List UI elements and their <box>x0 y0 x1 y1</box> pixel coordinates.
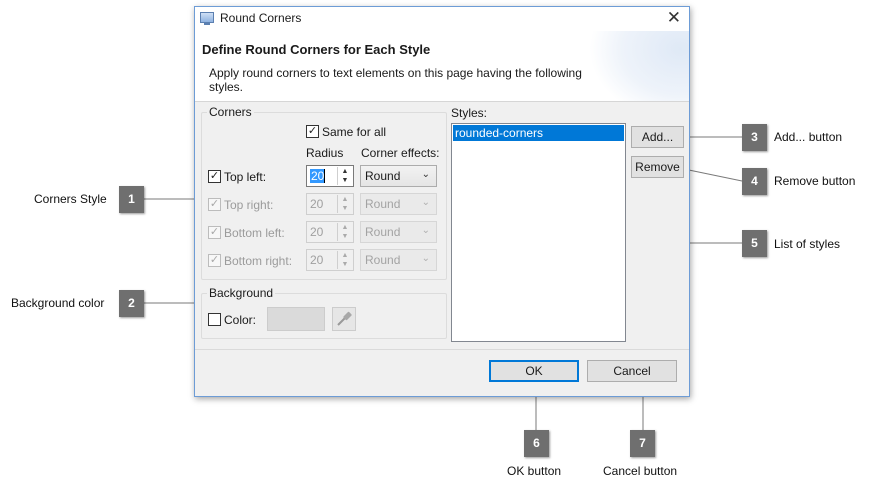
top-right-radius-spinner[interactable]: 20 ▲ ▼ <box>306 193 354 215</box>
background-legend: Background <box>207 286 276 300</box>
callout-text-1: Corners Style <box>34 192 107 206</box>
chevron-down-icon: ⌄ <box>421 253 430 264</box>
bottom-right-checkbox[interactable]: ✓ <box>208 254 221 267</box>
color-picker-button[interactable] <box>332 307 356 331</box>
spin-up-icon[interactable]: ▲ <box>338 167 352 176</box>
same-for-all-checkbox[interactable]: ✓ <box>306 125 319 138</box>
spin-up-icon[interactable]: ▲ <box>338 195 352 204</box>
effect-value: Round <box>365 225 401 239</box>
footer-divider <box>195 349 689 350</box>
dialog-heading: Define Round Corners for Each Style <box>202 42 431 57</box>
callout-marker-3: 3 <box>742 124 767 151</box>
spin-down-icon[interactable]: ▼ <box>338 232 352 241</box>
callout-text-4: Remove button <box>774 174 856 188</box>
top-left-effect-dropdown[interactable]: Round ⌄ <box>360 165 437 187</box>
radius-value: 20 <box>310 225 324 239</box>
background-color-swatch[interactable] <box>267 307 325 331</box>
chevron-down-icon: ⌄ <box>421 169 430 180</box>
dialog-header: Define Round Corners for Each Style Appl… <box>195 31 689 102</box>
add-button[interactable]: Add... <box>631 126 684 148</box>
bottom-left-label: Bottom left: <box>224 226 285 240</box>
top-right-checkbox[interactable]: ✓ <box>208 198 221 211</box>
monitor-icon <box>200 12 214 25</box>
spin-down-icon[interactable]: ▼ <box>338 204 352 213</box>
callout-marker-1: 1 <box>119 186 144 213</box>
callout-text-3: Add... button <box>774 130 843 144</box>
callout-marker-2: 2 <box>119 290 144 317</box>
top-left-checkbox[interactable]: ✓ <box>208 170 221 183</box>
radius-value: 20 <box>310 253 324 267</box>
dialog-title: Round Corners <box>220 11 302 25</box>
effect-value: Round <box>365 169 401 183</box>
dialog-description: Apply round corners to text elements on … <box>209 66 582 94</box>
bottom-right-effect-dropdown[interactable]: Round ⌄ <box>360 249 437 271</box>
callout-text-5: List of styles <box>774 237 841 251</box>
bottom-right-label: Bottom right: <box>224 254 293 268</box>
remove-button[interactable]: Remove <box>631 156 684 178</box>
top-left-label: Top left: <box>224 170 267 184</box>
corners-legend: Corners <box>207 105 254 119</box>
callout-text-7: Cancel button <box>603 464 678 478</box>
callout-marker-4: 4 <box>742 168 767 195</box>
list-item[interactable]: rounded-corners <box>453 125 624 141</box>
bottom-left-effect-dropdown[interactable]: Round ⌄ <box>360 221 437 243</box>
text-caret <box>324 169 325 183</box>
bottom-right-radius-spinner[interactable]: 20 ▲ ▼ <box>306 249 354 271</box>
spin-up-icon[interactable]: ▲ <box>338 223 352 232</box>
radius-column-header: Radius <box>306 146 344 160</box>
styles-label: Styles: <box>451 106 488 120</box>
effect-value: Round <box>365 253 401 267</box>
chevron-down-icon: ⌄ <box>421 225 430 236</box>
callout-text-6: OK button <box>507 464 562 478</box>
spin-down-icon[interactable]: ▼ <box>338 176 352 185</box>
callout-marker-5: 5 <box>742 230 767 257</box>
eyedropper-icon <box>337 311 352 326</box>
background-color-label: Color: <box>224 313 257 327</box>
title-bar: Round Corners ✕ <box>195 7 689 31</box>
background-color-checkbox[interactable] <box>208 313 221 326</box>
styles-list[interactable]: rounded-corners <box>451 123 626 342</box>
top-right-effect-dropdown[interactable]: Round ⌄ <box>360 193 437 215</box>
bottom-left-checkbox[interactable]: ✓ <box>208 226 221 239</box>
callout-marker-7: 7 <box>630 430 655 457</box>
radius-value: 20 <box>310 197 324 211</box>
top-right-label: Top right: <box>224 198 274 212</box>
callout-text-2: Background color <box>11 296 105 310</box>
cancel-button[interactable]: Cancel <box>587 360 677 382</box>
spin-up-icon[interactable]: ▲ <box>338 251 352 260</box>
chevron-down-icon: ⌄ <box>421 197 430 208</box>
corner-effects-column-header: Corner effects: <box>361 146 440 160</box>
spin-down-icon[interactable]: ▼ <box>338 260 352 269</box>
top-left-radius-spinner[interactable]: 20 ▲ ▼ <box>306 165 354 187</box>
bottom-left-radius-spinner[interactable]: 20 ▲ ▼ <box>306 221 354 243</box>
same-for-all-label: Same for all <box>322 125 387 139</box>
effect-value: Round <box>365 197 401 211</box>
callout-marker-6: 6 <box>524 430 549 457</box>
round-corners-dialog: Round Corners ✕ Define Round Corners for… <box>194 6 690 397</box>
close-icon[interactable]: ✕ <box>667 9 681 27</box>
ok-button[interactable]: OK <box>489 360 579 382</box>
